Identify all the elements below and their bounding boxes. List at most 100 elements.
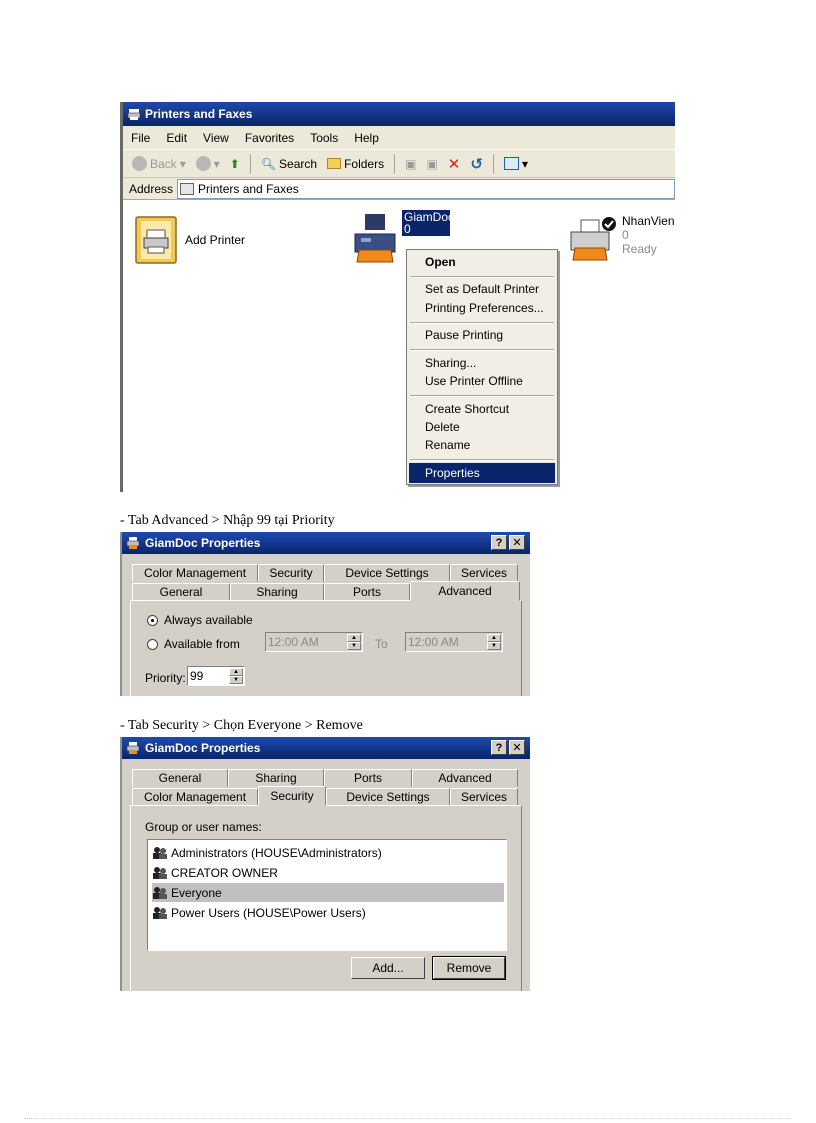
menu-item-pause-printing[interactable]: Pause Printing — [425, 328, 503, 342]
window-title: Printers and Faxes — [145, 107, 253, 121]
printer-label-selected: GiamDoc 0 — [402, 210, 454, 236]
users-group-icon — [152, 886, 168, 900]
tab-security[interactable]: Security — [258, 786, 326, 806]
printer-icon — [354, 214, 396, 263]
printer-doc-count: 0 — [622, 228, 629, 242]
menu-item-rename[interactable]: Rename — [425, 438, 470, 452]
to-time-spinner[interactable]: 12:00 AM ▲ ▼ — [405, 632, 503, 652]
menu-edit[interactable]: Edit — [166, 131, 187, 145]
standard-toolbar: Back ▾ ▾ ⬆ 🔍︎ Search Folders ▣ ▣ ✕ ↺ ▾ — [123, 150, 675, 178]
tab-advanced[interactable]: Advanced — [412, 769, 518, 787]
spinner-buttons[interactable]: ▲ ▼ — [487, 634, 501, 650]
page-bottom-rule — [24, 1118, 792, 1119]
menu-item-create-shortcut[interactable]: Create Shortcut — [425, 402, 509, 416]
address-field[interactable]: Printers and Faxes — [177, 178, 675, 199]
spinner-buttons[interactable]: ▲ ▼ — [229, 668, 243, 684]
window-titlebar: Printers and Faxes — [123, 102, 675, 126]
menu-separator — [410, 276, 554, 278]
dialog-title: GiamDoc Properties — [145, 536, 261, 550]
folders-label: Folders — [344, 156, 385, 171]
search-button[interactable]: 🔍︎ Search — [258, 153, 320, 175]
from-time-spinner[interactable]: 12:00 AM ▲ ▼ — [265, 632, 363, 652]
user-name: Power Users (HOUSE\Power Users) — [171, 905, 366, 920]
help-button[interactable]: ? — [491, 740, 507, 755]
user-list[interactable]: Administrators (HOUSE\Administrators) CR… — [147, 839, 507, 951]
address-value: Printers and Faxes — [198, 181, 299, 196]
menu-item-printing-preferences[interactable]: Printing Preferences... — [425, 301, 544, 315]
forward-button[interactable]: ▾ — [193, 153, 223, 175]
tab-services[interactable]: Services — [450, 788, 518, 806]
back-button[interactable]: Back ▾ — [129, 153, 189, 175]
menu-item-properties[interactable]: Properties — [425, 466, 480, 480]
up-arrow-icon: ⬆ — [229, 156, 240, 171]
tab-color-management[interactable]: Color Management — [132, 564, 258, 582]
help-button[interactable]: ? — [491, 535, 507, 550]
tab-ports[interactable]: Ports — [324, 769, 412, 787]
properties-dialog-advanced: GiamDoc Properties ? ✕ Color Management … — [120, 532, 530, 696]
views-button[interactable]: ▾ — [501, 153, 531, 175]
tab-sharing[interactable]: Sharing — [230, 583, 324, 601]
back-label: Back — [150, 156, 177, 171]
priority-spinner[interactable]: 99 ▲ ▼ — [187, 666, 245, 686]
tab-general[interactable]: General — [132, 583, 230, 601]
printer-item-nhanvien[interactable]: NhanVien 0 Ready — [567, 210, 675, 270]
menu-view[interactable]: View — [203, 131, 229, 145]
tab-device-settings[interactable]: Device Settings — [326, 788, 450, 806]
delete-button[interactable]: ✕ — [445, 153, 464, 175]
list-item-selected[interactable]: Everyone — [152, 883, 504, 902]
tab-sharing[interactable]: Sharing — [228, 769, 324, 787]
tab-color-management[interactable]: Color Management — [132, 788, 258, 806]
available-from-radio[interactable] — [147, 639, 158, 650]
tab-ports[interactable]: Ports — [324, 583, 410, 601]
add-printer-item[interactable]: Add Printer — [133, 214, 273, 268]
user-name: CREATOR OWNER — [171, 865, 278, 880]
chevron-down-icon: ▾ — [213, 156, 220, 171]
tab-device-settings[interactable]: Device Settings — [324, 564, 450, 582]
add-printer-icon — [135, 216, 177, 264]
user-name: Administrators (HOUSE\Administrators) — [171, 845, 382, 860]
up-folder-button[interactable]: ⬆ — [227, 153, 243, 175]
caption-advanced: - Tab Advanced > Nhập 99 tại Priority — [120, 513, 335, 528]
close-button[interactable]: ✕ — [509, 535, 525, 550]
menu-help[interactable]: Help — [354, 131, 379, 145]
to-time-value: 12:00 AM — [408, 635, 459, 649]
chevron-down-icon: ▾ — [179, 156, 186, 171]
menu-tools[interactable]: Tools — [310, 131, 338, 145]
dialog-titlebar: GiamDoc Properties ? ✕ — [122, 532, 530, 554]
properties-dialog-security: GiamDoc Properties ? ✕ General Sharing P… — [120, 737, 530, 991]
menu-item-use-offline[interactable]: Use Printer Offline — [425, 374, 523, 388]
toolbar-separator — [249, 153, 251, 174]
forward-arrow-icon — [195, 156, 211, 171]
add-button[interactable]: Add... — [351, 957, 425, 979]
group-user-names-label: Group or user names: — [145, 820, 262, 834]
user-name: Everyone — [171, 885, 222, 900]
move-to-button[interactable]: ▣ — [402, 153, 419, 175]
users-group-icon — [152, 866, 168, 880]
tab-advanced[interactable]: Advanced — [410, 581, 520, 601]
advanced-tab-panel: Always available Available from 12:00 AM… — [130, 600, 522, 696]
menu-favorites[interactable]: Favorites — [245, 131, 294, 145]
menu-file[interactable]: File — [131, 131, 150, 145]
menu-item-sharing[interactable]: Sharing... — [425, 356, 476, 370]
printers-faxes-window: Printers and Faxes File Edit View Favori… — [120, 102, 675, 492]
undo-button[interactable]: ↺ — [467, 153, 486, 175]
security-tab-panel: Group or user names: Administrators (HOU… — [130, 805, 522, 991]
folder-icon — [327, 158, 342, 169]
close-button[interactable]: ✕ — [509, 740, 525, 755]
menu-item-open[interactable]: Open — [425, 255, 456, 269]
menu-item-set-default[interactable]: Set as Default Printer — [425, 282, 539, 296]
folders-button[interactable]: Folders — [324, 153, 387, 175]
menu-separator — [410, 459, 554, 461]
remove-button[interactable]: Remove — [432, 956, 506, 980]
delete-x-icon: ✕ — [447, 155, 461, 173]
copy-to-button[interactable]: ▣ — [423, 153, 440, 175]
tab-general[interactable]: General — [132, 769, 228, 787]
list-item[interactable]: Power Users (HOUSE\Power Users) — [152, 903, 504, 922]
list-item[interactable]: Administrators (HOUSE\Administrators) — [152, 843, 504, 862]
spinner-buttons[interactable]: ▲ ▼ — [347, 634, 361, 650]
list-item[interactable]: CREATOR OWNER — [152, 863, 504, 882]
menu-item-delete[interactable]: Delete — [425, 420, 460, 434]
always-available-radio[interactable] — [147, 615, 158, 626]
tab-security[interactable]: Security — [258, 564, 324, 582]
tab-services[interactable]: Services — [450, 564, 518, 582]
